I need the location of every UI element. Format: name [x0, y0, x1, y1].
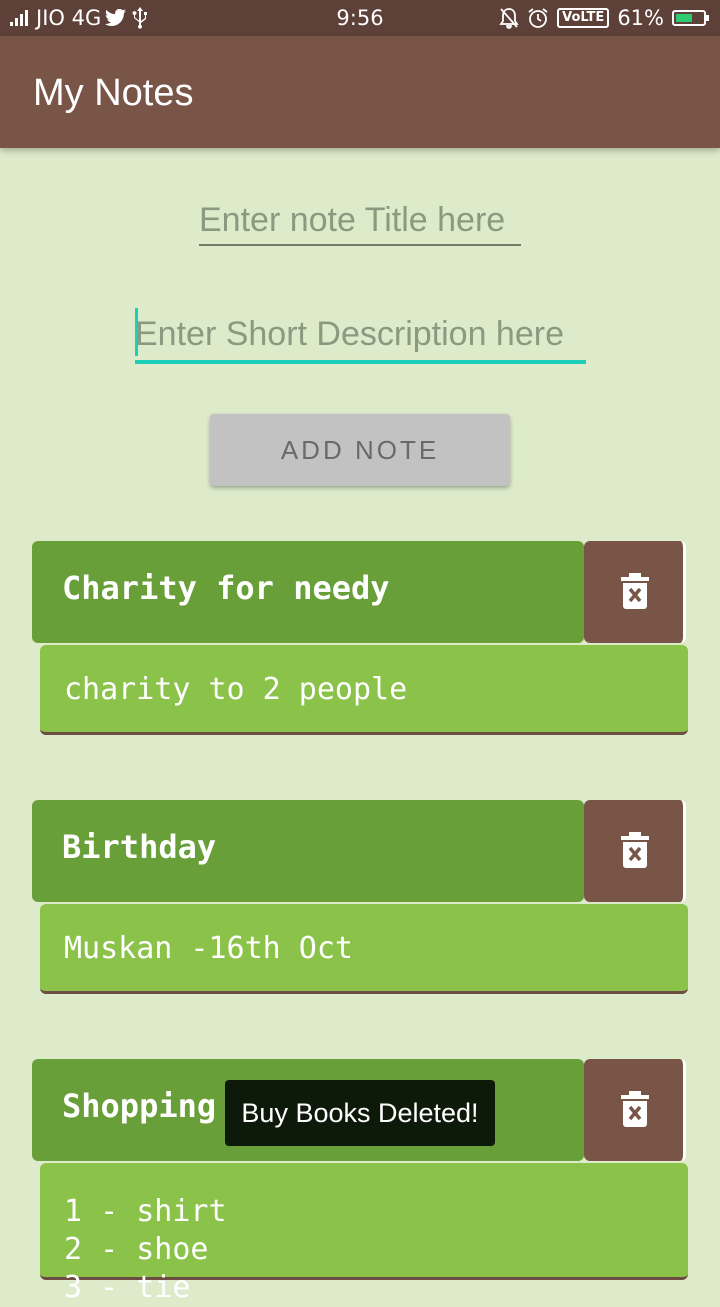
battery-percent: 61% — [617, 6, 664, 30]
app-title: My Notes — [33, 72, 194, 114]
note-description-box[interactable]: charity to 2 people — [40, 645, 688, 735]
delete-icon — [621, 832, 649, 868]
delete-button[interactable] — [584, 541, 686, 643]
battery-icon — [672, 10, 709, 26]
note-title-bar[interactable]: Charity for needy — [32, 541, 584, 643]
text-cursor — [135, 308, 138, 356]
status-right: VoLTE 61% — [499, 6, 709, 30]
delete-icon — [621, 573, 649, 609]
alarm-icon — [528, 8, 548, 28]
note-title-bar[interactable]: Birthday — [32, 800, 584, 902]
app-bar: My Notes — [0, 36, 720, 148]
volte-badge: VoLTE — [557, 8, 610, 28]
delete-button[interactable] — [584, 800, 686, 902]
toast-message: Buy Books Deleted! — [225, 1080, 495, 1146]
note-title: Charity for needy — [62, 569, 390, 607]
delete-icon — [621, 1091, 649, 1127]
note-description: charity to 2 people — [64, 672, 408, 707]
note-description-input[interactable] — [135, 308, 586, 364]
note-description-box[interactable]: Muskan -16th Oct — [40, 904, 688, 994]
note-title: Birthday — [62, 828, 217, 866]
mute-icon — [499, 8, 519, 29]
note-description: Muskan -16th Oct — [64, 931, 353, 966]
note-description: 1 - shirt 2 - shoe 3 - tie — [64, 1194, 227, 1305]
add-note-button[interactable]: ADD NOTE — [210, 414, 510, 486]
status-bar: JIO 4G 9:56 VoLTE 61% — [0, 0, 720, 36]
note-title-input[interactable] — [199, 196, 521, 246]
delete-button[interactable] — [584, 1059, 686, 1161]
note-description-box[interactable]: 1 - shirt 2 - shoe 3 - tie — [40, 1163, 688, 1305]
